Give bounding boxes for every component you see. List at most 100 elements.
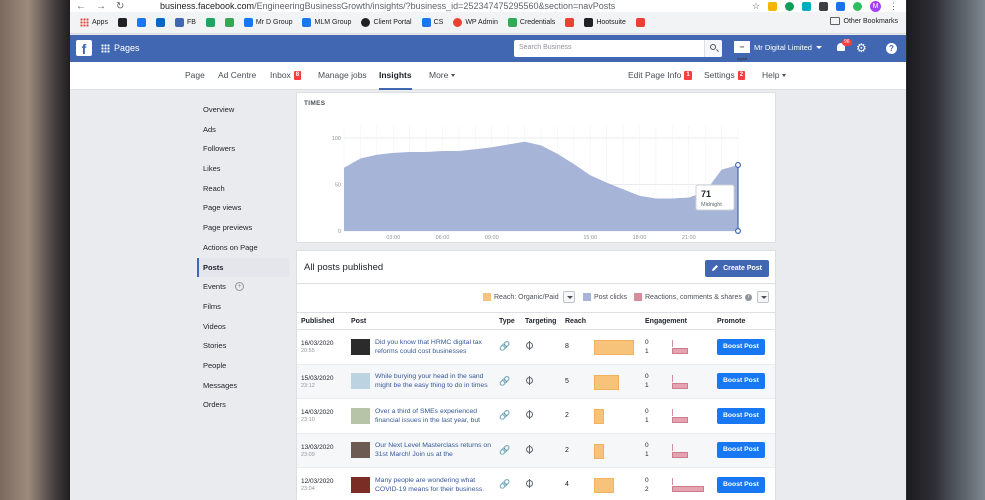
boost-post-button[interactable]: Boost Post bbox=[717, 442, 765, 459]
forward-arrow-icon[interactable]: → bbox=[96, 1, 110, 12]
extension-icon-yellow[interactable] bbox=[768, 1, 777, 11]
post-cell[interactable]: Many people are wondering what COVID-19 … bbox=[347, 467, 495, 500]
info-icon[interactable]: i bbox=[744, 293, 752, 301]
tab-settings[interactable]: Settings 2 bbox=[704, 70, 746, 80]
column-header-engagement[interactable]: Engagement bbox=[641, 312, 713, 330]
sidebar-item-reach[interactable]: Reach bbox=[197, 179, 289, 199]
post-thumbnail[interactable] bbox=[351, 407, 370, 424]
post-cell[interactable]: Did you know that HRMC digital tax refor… bbox=[347, 329, 495, 365]
bookmark-hootsuite[interactable]: Hootsuite bbox=[584, 18, 626, 27]
back-arrow-icon[interactable]: ← bbox=[76, 1, 90, 12]
search-business-input[interactable]: Search Business bbox=[514, 40, 722, 57]
page-switcher[interactable]: mr digital Mr Digital Limited bbox=[734, 41, 822, 61]
column-header-type[interactable]: Type bbox=[495, 312, 521, 330]
post-cell[interactable]: While burying your head in the sand migh… bbox=[347, 364, 495, 399]
address-field[interactable]: business.facebook.com/EngineeringBusines… bbox=[160, 1, 615, 11]
tab-insights[interactable]: Insights bbox=[379, 70, 412, 90]
bookmark-5[interactable] bbox=[205, 18, 215, 27]
star-icon[interactable]: ☆ bbox=[752, 1, 760, 12]
bookmark-wp-admin[interactable]: WP Admin bbox=[453, 18, 498, 27]
reach-dropdown[interactable] bbox=[563, 291, 575, 303]
bookmark-client-portal[interactable]: Client Portal bbox=[361, 18, 412, 27]
post-thumbnail[interactable] bbox=[351, 476, 370, 493]
extension-icon-dark[interactable] bbox=[819, 1, 828, 11]
extension-icon-blue[interactable] bbox=[836, 1, 845, 11]
post-thumbnail[interactable] bbox=[351, 442, 370, 459]
facebook-logo-icon[interactable]: f bbox=[76, 40, 92, 57]
post-cell[interactable]: Our Next Level Masterclass returns on 31… bbox=[347, 433, 495, 468]
column-header-reach[interactable]: Reach bbox=[561, 312, 641, 330]
sidebar-item-films[interactable]: Films bbox=[197, 297, 289, 317]
tab-more[interactable]: More bbox=[429, 70, 456, 80]
sidebar-item-likes[interactable]: Likes bbox=[197, 159, 289, 179]
boost-post-button[interactable]: Boost Post bbox=[717, 338, 765, 355]
other-bookmarks[interactable]: Other Bookmarks bbox=[829, 17, 898, 25]
post-thumbnail[interactable] bbox=[351, 338, 370, 355]
sidebar-item-actions-on-page[interactable]: Actions on Page bbox=[197, 238, 289, 258]
sidebar-item-people[interactable]: People bbox=[197, 356, 289, 376]
help-icon[interactable]: ? bbox=[886, 43, 897, 54]
column-header-targeting[interactable]: Targeting bbox=[521, 312, 561, 330]
sidebar-item-messages[interactable]: Messages bbox=[197, 376, 289, 396]
tab-ad-centre[interactable]: Ad Centre bbox=[218, 70, 256, 80]
post-text-link[interactable]: Over a third of SMEs experienced financi… bbox=[375, 407, 495, 425]
bookmark-fb[interactable]: FB bbox=[174, 18, 196, 27]
bookmark-1[interactable] bbox=[117, 18, 127, 27]
boost-post-button[interactable]: Boost Post bbox=[717, 476, 765, 493]
tab-inbox[interactable]: Inbox 8 bbox=[270, 70, 302, 80]
extension-icon-evernote[interactable] bbox=[853, 1, 862, 11]
bookmark-6[interactable] bbox=[224, 18, 234, 27]
sidebar-item-page-views[interactable]: Page views bbox=[197, 198, 289, 218]
tab-manage-jobs[interactable]: Manage jobs bbox=[318, 70, 367, 80]
bookmark-13[interactable] bbox=[565, 18, 575, 27]
pages-grid-icon[interactable] bbox=[101, 44, 110, 53]
sidebar-item-stories[interactable]: Stories bbox=[197, 336, 289, 356]
post-text-link[interactable]: Many people are wondering what COVID-19 … bbox=[375, 476, 495, 494]
create-post-button[interactable]: Create Post bbox=[705, 260, 769, 277]
sidebar-item-orders[interactable]: Orders bbox=[197, 395, 289, 415]
engagement-dropdown[interactable] bbox=[757, 291, 769, 303]
sidebar-item-posts[interactable]: Posts bbox=[197, 257, 289, 278]
table-row[interactable]: 15/03/2020 23:12 While burying your head i… bbox=[297, 364, 775, 399]
post-text-link[interactable]: Our Next Level Masterclass returns on 31… bbox=[375, 441, 495, 459]
sidebar-item-ads[interactable]: Ads bbox=[197, 120, 289, 140]
table-row[interactable]: 16/03/2020 20:55 Did you know that HRMC di… bbox=[297, 329, 775, 365]
tab-help[interactable]: Help bbox=[762, 70, 787, 80]
search-button[interactable] bbox=[704, 40, 722, 57]
bookmark-apps[interactable]: Apps bbox=[80, 18, 108, 27]
bookmark-15[interactable] bbox=[635, 18, 645, 27]
post-text-link[interactable]: While burying your head in the sand migh… bbox=[375, 372, 495, 390]
post-cell[interactable]: Over a third of SMEs experienced financi… bbox=[347, 398, 495, 434]
gear-icon[interactable]: ⚙ bbox=[856, 42, 867, 54]
profile-avatar[interactable]: M bbox=[870, 0, 881, 12]
boost-post-button[interactable]: Boost Post bbox=[717, 407, 765, 424]
add-event-icon[interactable]: + bbox=[235, 282, 244, 292]
reload-icon[interactable]: ↻ bbox=[116, 1, 130, 12]
sidebar-item-page-previews[interactable]: Page previews bbox=[197, 218, 289, 238]
bookmark-credentials[interactable]: Credentials bbox=[507, 18, 555, 27]
sidebar-item-videos[interactable]: Videos bbox=[197, 317, 289, 337]
pages-label[interactable]: Pages bbox=[114, 43, 140, 53]
bookmark-2[interactable] bbox=[136, 18, 146, 27]
tab-page[interactable]: Page bbox=[185, 70, 205, 80]
sidebar-item-followers[interactable]: Followers bbox=[197, 139, 289, 159]
bookmark-3[interactable] bbox=[155, 18, 165, 27]
times-area-chart[interactable]: 0 50 100 03:00 06:00 09:00 15:00 18:00 21:00 71 Mi… bbox=[297, 93, 775, 242]
column-header-published[interactable]: Published bbox=[297, 312, 347, 330]
boost-post-button[interactable]: Boost Post bbox=[717, 373, 765, 390]
bookmark-cs[interactable]: CS bbox=[421, 18, 443, 27]
table-row[interactable]: 12/03/2020 23:04 Many people are wondering… bbox=[297, 467, 775, 500]
bookmark-mlm-group[interactable]: MLM Group bbox=[302, 18, 351, 27]
post-thumbnail[interactable] bbox=[351, 373, 370, 390]
sidebar-item-overview[interactable]: Overview bbox=[197, 100, 289, 120]
extension-icon-teal[interactable] bbox=[802, 1, 811, 11]
sidebar-item-events[interactable]: Events + bbox=[197, 277, 289, 297]
link-icon: 🔗 bbox=[499, 341, 511, 352]
table-row[interactable]: 13/03/2020 23:09 Our Next Level Masterclas… bbox=[297, 433, 775, 468]
table-row[interactable]: 14/03/2020 23:10 Over a third of SMEs expe… bbox=[297, 398, 775, 434]
bookmark-mr-d-group[interactable]: Mr D Group bbox=[243, 18, 292, 27]
tab-edit-page-info[interactable]: Edit Page Info 1 bbox=[628, 70, 692, 80]
browser-menu-icon[interactable]: ⋮ bbox=[889, 1, 898, 12]
extension-icon-green[interactable] bbox=[785, 1, 794, 11]
post-text-link[interactable]: Did you know that HRMC digital tax refor… bbox=[375, 338, 495, 356]
